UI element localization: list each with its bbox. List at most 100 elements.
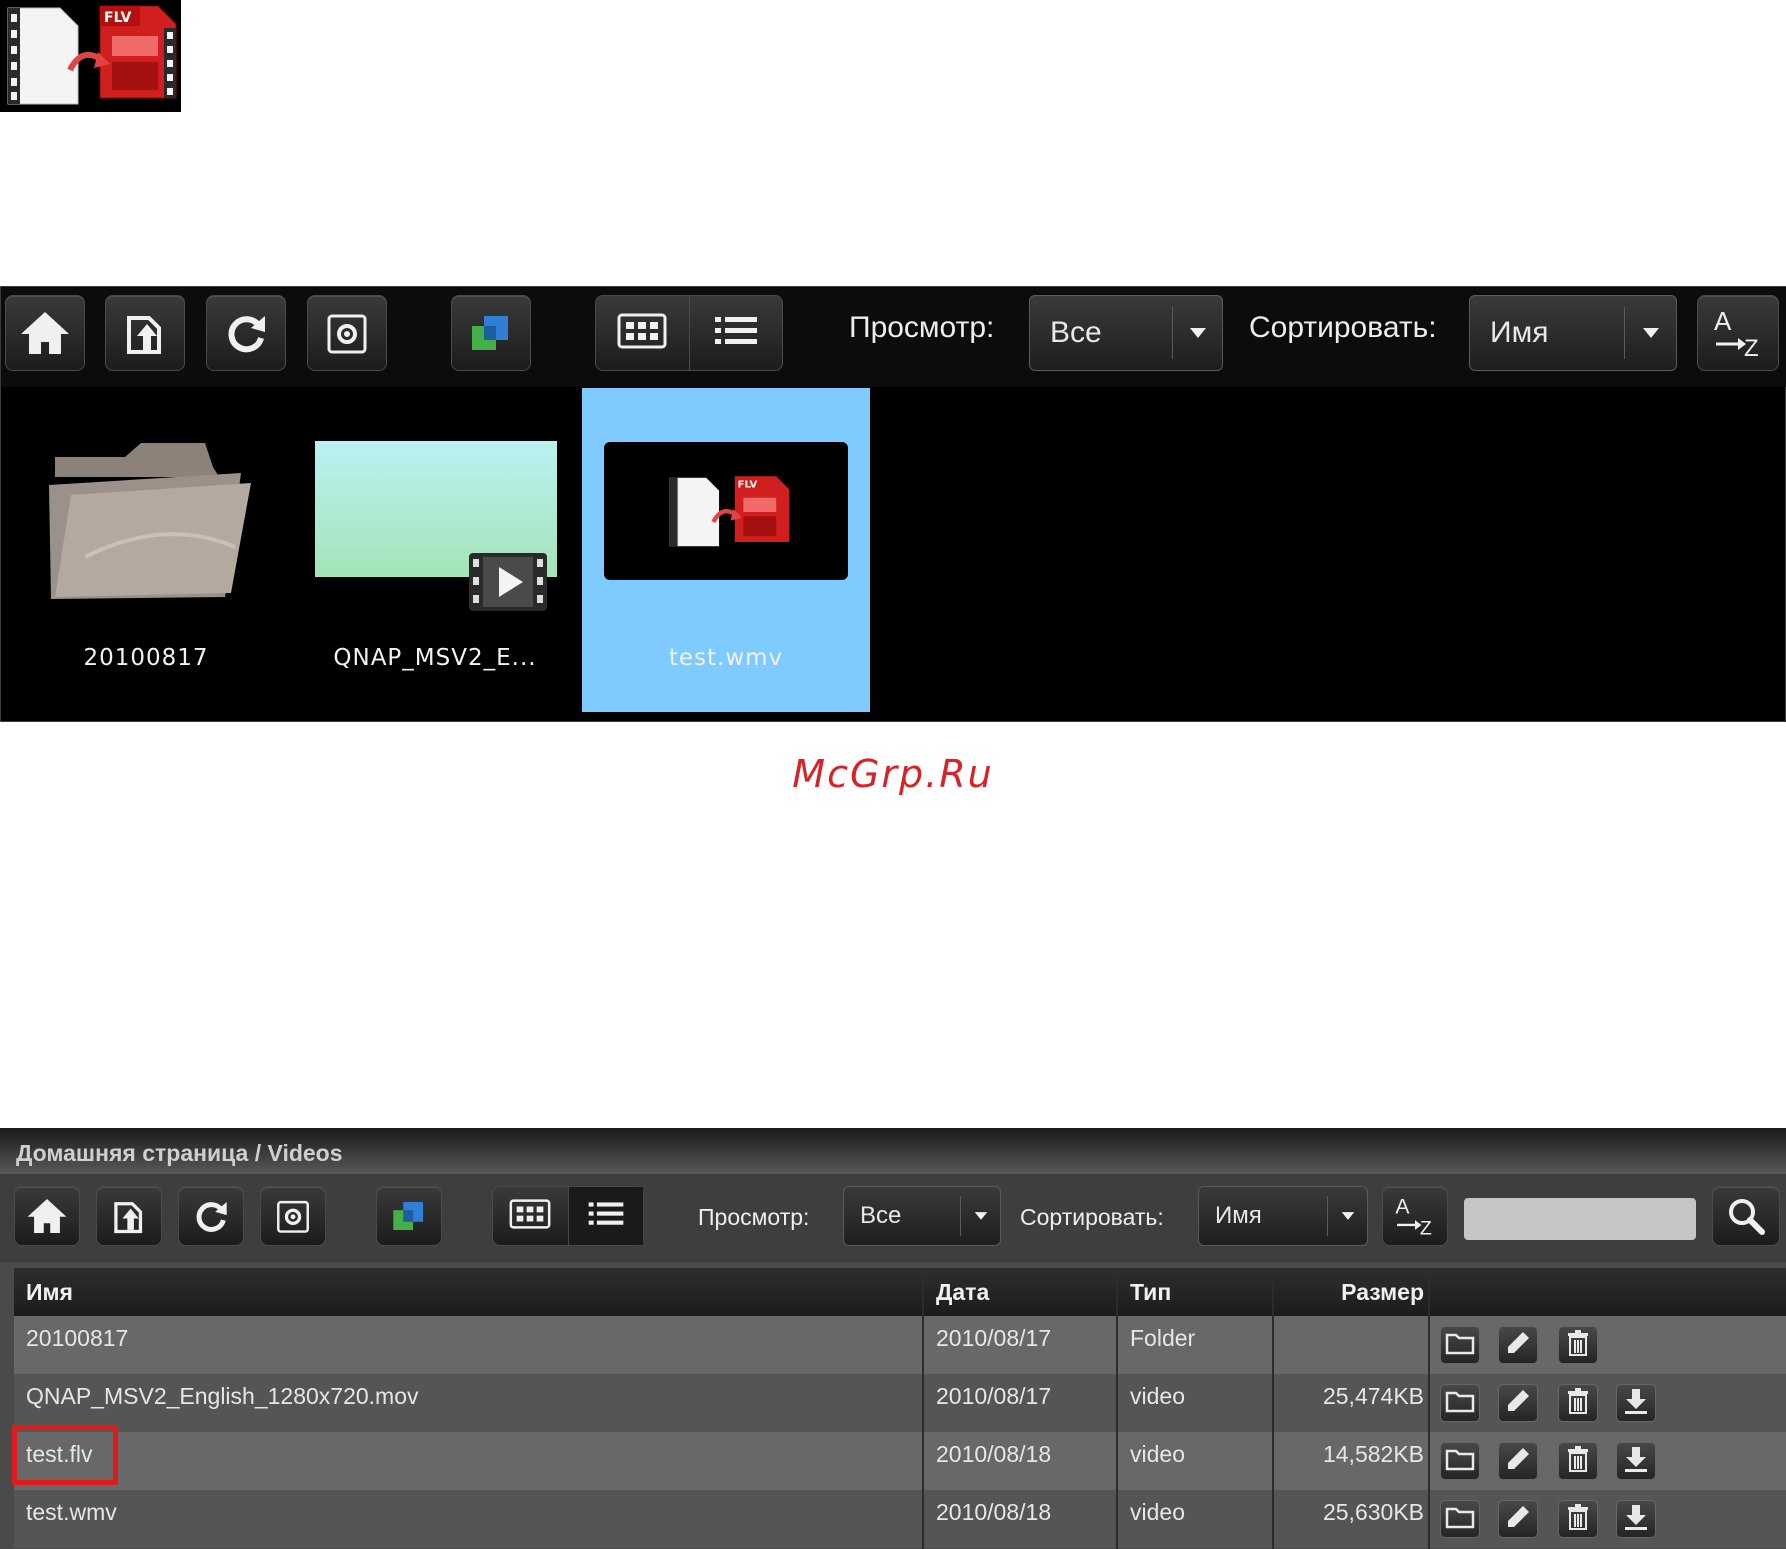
column-header-type[interactable]: Тип [1130,1268,1171,1316]
upload-button[interactable] [96,1186,162,1246]
thumbnail-item[interactable]: QNAP_MSV2_E... [307,417,563,697]
home-button[interactable] [14,1186,80,1246]
column-header-date[interactable]: Дата [936,1268,989,1316]
settings-button[interactable] [260,1186,326,1246]
svg-text:FLV: FLV [104,10,132,26]
folder-icon [1445,1447,1475,1476]
thumbnail-item[interactable]: 20100817 [21,417,271,697]
sort-order-button[interactable]: AZ [1382,1186,1448,1246]
thumbnail-label: test.wmv [668,645,784,671]
delete-button[interactable] [1558,1384,1598,1422]
edit-button[interactable] [1498,1326,1538,1364]
thumbnail-item-selected[interactable]: FLV test.wmv [582,388,870,712]
open-folder-button[interactable] [1440,1442,1480,1480]
column-header-name[interactable]: Имя [26,1268,73,1316]
sort-az-icon: AZ [1392,1194,1438,1238]
column-divider [922,1268,924,1549]
download-button[interactable] [1616,1442,1656,1480]
file-name[interactable]: test.wmv [26,1499,117,1526]
multi-window-button[interactable] [376,1186,442,1246]
open-folder-button[interactable] [1440,1326,1480,1364]
list-view-button[interactable] [688,296,783,370]
video-conversion-icon: FLV [0,0,181,112]
breadcrumb[interactable]: Домашняя страница / Videos [0,1128,1786,1174]
trash-icon [1566,1503,1590,1536]
table-header [14,1268,1786,1316]
svg-text:A: A [1395,1196,1410,1219]
multi-window-button[interactable] [451,295,531,371]
search-button[interactable] [1712,1186,1780,1246]
search-icon [1726,1196,1766,1236]
view-filter-dropdown[interactable]: Все [1029,295,1223,371]
view-filter-value: Все [1050,316,1102,349]
view-filter-dropdown[interactable]: Все [843,1186,1001,1246]
download-icon [1623,1503,1649,1536]
download-icon [1623,1387,1649,1420]
delete-button[interactable] [1558,1500,1598,1538]
upload-button[interactable] [105,295,185,371]
chevron-down-icon [1172,307,1222,359]
list-view-panel: Домашняя страница / Videos Просмотр: Все… [0,1128,1786,1549]
file-date: 2010/08/18 [936,1441,1052,1467]
folder-icon [45,437,255,612]
home-icon [19,310,71,356]
file-size: 25,474KB [1322,1383,1424,1409]
file-type: Folder [1130,1325,1196,1351]
view-mode-toggle [492,1186,644,1246]
chevron-down-icon [960,1195,1000,1237]
multi-window-icon [390,1197,428,1235]
thumbnail-view-panel: Просмотр: Все Сортировать: Имя AZ 201008… [0,286,1786,722]
file-name[interactable]: 20100817 [26,1325,128,1352]
settings-icon [275,1197,311,1235]
edit-button[interactable] [1498,1442,1538,1480]
delete-button[interactable] [1558,1442,1598,1480]
sort-order-button[interactable]: AZ [1697,295,1779,371]
svg-text:Z: Z [1744,335,1759,360]
folder-icon [1445,1505,1475,1534]
home-icon [26,1197,68,1235]
toolbar: Просмотр: Все Сортировать: Имя AZ [1,287,1786,387]
video-play-icon [469,553,547,616]
home-button[interactable] [5,295,85,371]
thumbnail-view-button[interactable] [493,1187,568,1245]
search-input[interactable] [1464,1198,1696,1240]
chevron-down-icon [1327,1195,1367,1237]
sort-dropdown[interactable]: Имя [1469,295,1677,371]
refresh-button[interactable] [178,1186,244,1246]
trash-icon [1566,1387,1590,1420]
column-header-size[interactable]: Размер [1274,1268,1424,1316]
file-type: video [1130,1499,1185,1525]
open-folder-button[interactable] [1440,1384,1480,1422]
svg-text:FLV: FLV [738,480,758,491]
file-type: video [1130,1441,1185,1467]
settings-button[interactable] [307,295,387,371]
thumbnail-label: QNAP_MSV2_E... [333,645,537,671]
edit-icon [1505,1330,1531,1361]
open-folder-button[interactable] [1440,1500,1480,1538]
sort-dropdown[interactable]: Имя [1198,1186,1368,1246]
file-date: 2010/08/17 [936,1325,1052,1351]
edit-button[interactable] [1498,1500,1538,1538]
svg-text:Z: Z [1420,1218,1432,1238]
multi-window-icon [468,310,514,356]
edit-icon [1505,1504,1531,1535]
sort-az-icon: AZ [1710,306,1766,360]
refresh-button[interactable] [206,295,286,371]
download-button[interactable] [1616,1384,1656,1422]
list-view-icon [587,1199,625,1234]
delete-button[interactable] [1558,1326,1598,1364]
sort-label: Сортировать: [1249,311,1437,344]
edit-button[interactable] [1498,1384,1538,1422]
list-view-button[interactable] [567,1187,643,1245]
thumbnail-view-button[interactable] [596,296,689,370]
settings-icon [325,310,369,356]
sort-value: Имя [1215,1202,1262,1229]
column-divider [1428,1268,1430,1549]
download-button[interactable] [1616,1500,1656,1538]
view-filter-value: Все [860,1202,902,1229]
file-date: 2010/08/18 [936,1499,1052,1525]
trash-icon [1566,1329,1590,1362]
watermark: McGrp.Ru [792,752,994,796]
file-name[interactable]: QNAP_MSV2_English_1280x720.mov [26,1383,419,1410]
file-name[interactable]: test.flv [26,1441,92,1468]
